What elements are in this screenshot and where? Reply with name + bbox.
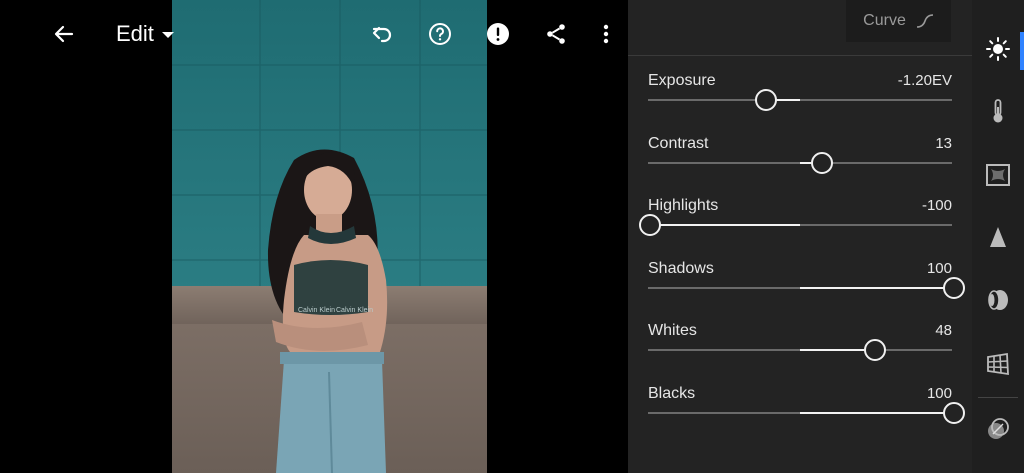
share-icon	[547, 24, 565, 44]
help-icon	[429, 23, 451, 45]
contrast-label: Contrast	[648, 134, 709, 152]
back-button[interactable]	[44, 14, 84, 54]
share-button[interactable]	[536, 14, 576, 54]
curve-label: Curve	[863, 12, 906, 29]
whites-fill	[800, 349, 873, 352]
geometry-icon	[987, 352, 1009, 376]
tool-geometry[interactable]	[980, 346, 1016, 382]
active-tool-indicator	[1020, 32, 1024, 70]
curve-button[interactable]: Curve	[846, 0, 951, 42]
issues-button[interactable]	[478, 14, 518, 54]
contrast-track[interactable]	[648, 151, 952, 174]
back-arrow-icon	[54, 25, 74, 43]
contrast-value[interactable]: 13	[935, 135, 952, 152]
curve-icon	[916, 14, 933, 28]
light-icon	[986, 37, 1010, 61]
tool-effects[interactable]	[980, 157, 1016, 193]
slider-contrast: Contrast 13	[648, 135, 952, 195]
exposure-label: Exposure	[648, 72, 716, 89]
highlights-fill	[648, 224, 800, 227]
presets-icon	[988, 418, 1009, 439]
blacks-fill	[800, 412, 952, 414]
exposure-track[interactable]	[648, 89, 952, 111]
tools-divider	[978, 397, 1018, 398]
highlights-value[interactable]: -100	[922, 197, 952, 214]
slider-shadows: Shadows 100	[648, 259, 965, 320]
shadows-label: Shadows	[648, 259, 714, 277]
blacks-label: Blacks	[648, 385, 696, 402]
highlights-track[interactable]	[639, 214, 952, 237]
highlights-label: Highlights	[648, 197, 719, 215]
detail-icon	[990, 227, 1006, 247]
caret-down-icon	[161, 32, 174, 38]
exposure-value[interactable]: -1.20EV	[898, 72, 952, 89]
blacks-value[interactable]: 100	[927, 385, 952, 402]
slider-exposure: Exposure -1.20EV	[648, 72, 952, 132]
highlights-slider-thumb[interactable]	[639, 214, 661, 237]
tool-color[interactable]	[980, 93, 1016, 129]
whites-track[interactable]	[648, 339, 952, 362]
adjustment-panel: Curve Exposure -1.20EV Contrast 13 Highlight…	[628, 0, 972, 473]
blacks-slider-thumb[interactable]	[943, 402, 965, 424]
whites-label: Whites	[648, 322, 697, 340]
tool-optics[interactable]	[980, 282, 1016, 318]
contrast-slider-thumb[interactable]	[810, 151, 833, 174]
tool-sidebar	[972, 0, 1024, 473]
more-vertical-icon	[603, 24, 609, 44]
help-button[interactable]	[420, 14, 460, 54]
shadows-value[interactable]: 100	[927, 260, 952, 277]
slider-blacks: Blacks 100	[648, 385, 965, 445]
whites-slider-thumb[interactable]	[863, 339, 886, 362]
edit-mode-dropdown[interactable]: Edit	[116, 19, 174, 49]
photo-canvas[interactable]: Calvin Klein Calvin Klein	[172, 0, 487, 473]
alert-icon	[487, 23, 509, 45]
exposure-slider-thumb[interactable]	[754, 89, 777, 111]
tool-light[interactable]	[980, 31, 1016, 67]
optics-icon	[988, 290, 1008, 310]
panel-divider	[628, 55, 972, 56]
brand-text-right: Calvin Klein	[336, 307, 373, 314]
slider-whites: Whites 48	[648, 322, 952, 382]
photo-image: Calvin Klein Calvin Klein	[172, 0, 487, 473]
color-thermometer-icon	[993, 99, 1003, 123]
whites-value[interactable]: 48	[935, 322, 952, 339]
shadows-track[interactable]	[648, 276, 965, 299]
more-options-button[interactable]	[586, 14, 626, 54]
tool-presets[interactable]	[980, 411, 1016, 447]
edit-mode-label: Edit	[116, 21, 154, 46]
blacks-track[interactable]	[648, 402, 965, 424]
slider-highlights: Highlights -100	[639, 197, 952, 257]
tool-detail[interactable]	[980, 219, 1016, 255]
undo-icon	[372, 26, 392, 43]
undo-button[interactable]	[362, 14, 402, 54]
shadows-fill	[800, 286, 952, 289]
effects-icon	[986, 164, 1010, 186]
brand-text-left: Calvin Klein	[298, 307, 335, 314]
shadows-slider-thumb[interactable]	[943, 276, 965, 299]
photo-viewer: Calvin Klein Calvin Klein Edit	[0, 0, 628, 473]
